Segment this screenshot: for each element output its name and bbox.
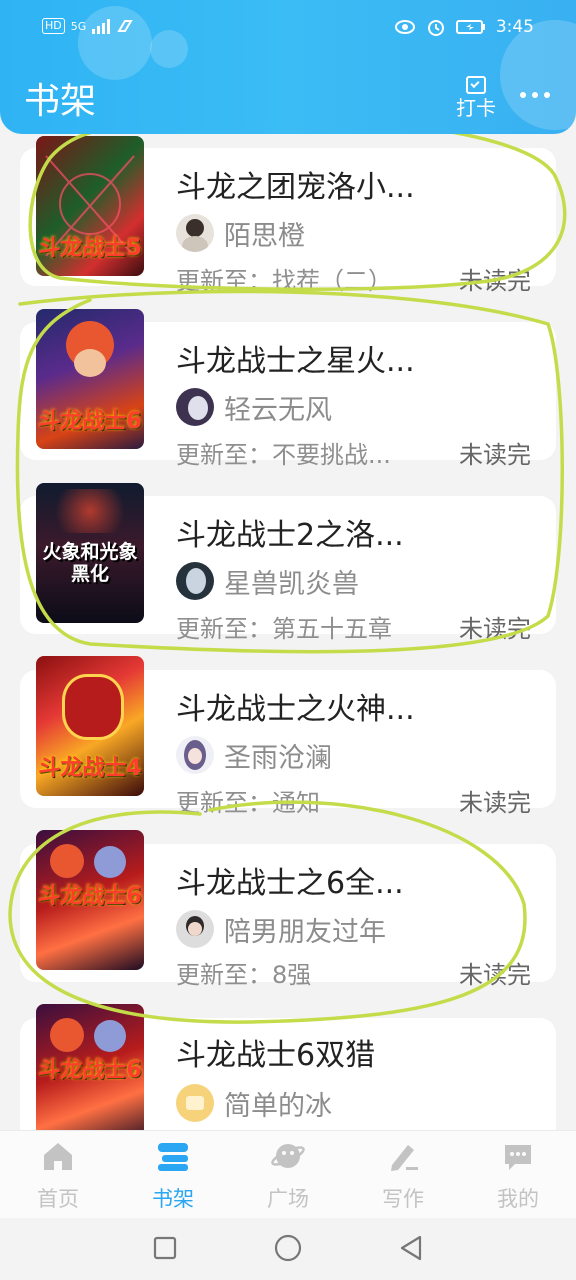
read-status: 未读完 [459, 789, 531, 817]
recent-apps-button[interactable] [153, 1236, 177, 1260]
book-title: 斗龙战士之火神... [176, 692, 415, 727]
author-avatar [176, 910, 214, 948]
signal-icon [92, 18, 111, 34]
cover-title-art: 斗龙战士6 [38, 409, 142, 434]
tab-square[interactable]: 广场 [248, 1139, 328, 1213]
bookshelf-icon [156, 1139, 190, 1173]
book-author: 陌思橙 [176, 214, 305, 252]
read-status: 未读完 [459, 441, 531, 469]
app-header: HD 5G 3:45 书架 打卡 [0, 0, 576, 134]
system-nav-bar [0, 1218, 576, 1280]
book-cover[interactable]: 斗龙战士6 [36, 1004, 144, 1130]
book-author: 轻云无风 [176, 388, 332, 426]
read-status: 未读完 [459, 267, 531, 295]
cover-title-art: 斗龙战士5 [38, 236, 142, 261]
author-name: 圣雨沧澜 [224, 742, 332, 774]
book-author: 圣雨沧澜 [176, 736, 332, 774]
book-author: 陪男朋友过年 [176, 910, 386, 948]
author-name: 简单的冰 [224, 1090, 332, 1122]
battery-icon [455, 20, 485, 34]
author-avatar [176, 1084, 214, 1122]
book-title: 斗龙战士之6全... [176, 866, 404, 901]
checkin-label: 打卡 [456, 96, 496, 120]
page-title: 书架 [24, 81, 97, 122]
bookshelf-list[interactable]: 斗龙战士5 斗龙之团宠洛小... 陌思橙 更新至：找茬（二） 未读完 斗龙战士6… [0, 134, 576, 1130]
book-title: 斗龙战士之星火... [176, 344, 415, 379]
more-menu-button[interactable] [520, 92, 550, 98]
network-type: 5G [70, 19, 87, 33]
latest-chapter: 更新至：第五十五章 [176, 615, 392, 643]
book-title: 斗龙之团宠洛小... [176, 170, 415, 205]
author-avatar [176, 214, 214, 252]
tab-me[interactable]: 我的 [478, 1139, 558, 1213]
alarm-icon [427, 20, 444, 36]
tab-label: 书架 [152, 1187, 194, 1211]
author-name: 陪男朋友过年 [224, 916, 386, 948]
planet-icon [271, 1139, 305, 1173]
tab-home[interactable]: 首页 [18, 1139, 98, 1213]
tab-label: 广场 [267, 1187, 309, 1211]
tab-label: 写作 [382, 1187, 424, 1211]
back-button[interactable] [398, 1234, 424, 1262]
book-author: 简单的冰 [176, 1084, 332, 1122]
checkin-button[interactable]: 打卡 [452, 76, 500, 120]
tab-label: 我的 [497, 1187, 539, 1211]
book-cover[interactable]: 火象和光象黑化 [36, 483, 144, 623]
eye-icon [394, 20, 415, 34]
book-cover[interactable]: 斗龙战士6 [36, 309, 144, 449]
cover-title-art: 斗龙战士6 [38, 884, 142, 909]
tab-label: 首页 [37, 1187, 79, 1211]
latest-chapter: 更新至：通知 [176, 789, 320, 817]
cover-title-art: 斗龙战士6 [38, 1058, 142, 1083]
author-name: 星兽凯炎兽 [224, 568, 359, 600]
latest-chapter: 更新至：8强 [176, 961, 312, 989]
calendar-check-icon [466, 76, 486, 94]
book-cover[interactable]: 斗龙战士4 [36, 656, 144, 796]
clock: 3:45 [495, 17, 534, 37]
cover-title-art: 斗龙战士4 [38, 756, 142, 781]
book-cover[interactable]: 斗龙战士5 [36, 136, 144, 276]
latest-chapter: 更新至：不要挑战... [176, 441, 391, 469]
latest-chapter: 更新至：找茬（二） [176, 267, 392, 295]
read-status: 未读完 [459, 615, 531, 643]
book-cover[interactable]: 斗龙战士6 [36, 830, 144, 970]
home-button[interactable] [274, 1234, 302, 1262]
nfc-icon [117, 20, 134, 32]
author-name: 轻云无风 [224, 394, 332, 426]
author-avatar [176, 562, 214, 600]
cover-title-art: 火象和光象黑化 [42, 541, 138, 585]
bottom-tab-bar: 首页 书架 广场 写作 我的 [0, 1130, 576, 1219]
book-title: 斗龙战士2之洛... [176, 518, 404, 553]
home-icon [41, 1139, 75, 1173]
author-avatar [176, 388, 214, 426]
status-bar: HD 5G 3:45 [0, 0, 576, 58]
hd-indicator: HD [42, 18, 65, 34]
tab-bookshelf[interactable]: 书架 [133, 1139, 213, 1213]
book-author: 星兽凯炎兽 [176, 562, 359, 600]
tab-write[interactable]: 写作 [363, 1139, 443, 1213]
book-title: 斗龙战士6双猎 [176, 1038, 376, 1073]
author-avatar [176, 736, 214, 774]
chat-bubble-icon [501, 1139, 535, 1173]
read-status: 未读完 [459, 961, 531, 989]
pen-icon [386, 1139, 420, 1173]
author-name: 陌思橙 [224, 220, 305, 252]
